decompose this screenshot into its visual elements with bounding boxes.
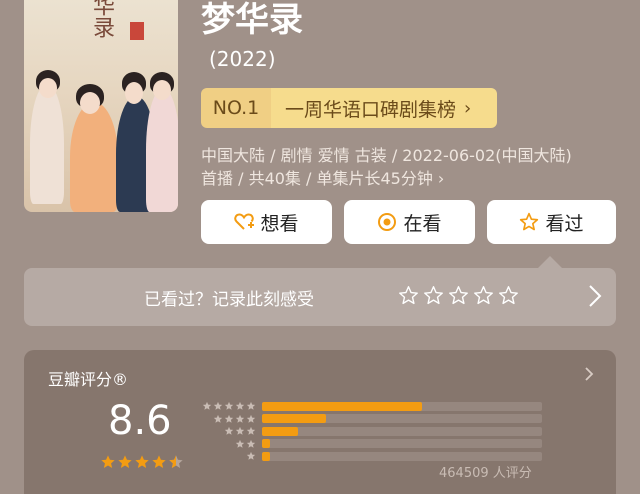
meta-line-1: 中国大陆 / 剧情 爱情 古装 / 2022-06-02(中国大陆) <box>201 146 572 165</box>
distribution-bar <box>262 401 422 411</box>
rating-score: 8.6 <box>108 398 172 444</box>
rank-banner[interactable]: NO.1 一周华语口碑剧集榜 › <box>201 88 497 128</box>
star-outline-icon <box>519 212 539 232</box>
release-year: (2022) <box>209 47 276 71</box>
star-small-icon <box>246 452 256 460</box>
star-small-icon <box>224 414 234 423</box>
distribution-stars <box>198 451 256 461</box>
rating-title: 豆瓣评分® <box>48 370 129 389</box>
distribution-stars <box>198 401 256 411</box>
chevron-right-icon[interactable] <box>588 282 602 314</box>
distribution-track <box>262 401 542 411</box>
distribution-bar <box>262 439 271 449</box>
want-to-watch-label: 想看 <box>260 212 299 235</box>
star-outline-icon[interactable] <box>398 285 419 306</box>
poster-figure-face <box>153 80 171 100</box>
star-small-icon <box>246 439 256 448</box>
poster-image[interactable]: 华录 <box>24 0 178 212</box>
douban-rating-panel[interactable]: 豆瓣评分® 8.6 464509 人评分 <box>24 350 616 494</box>
distribution-row <box>198 413 542 426</box>
star-small-icon <box>213 414 223 423</box>
watched-label: 看过 <box>545 212 584 235</box>
star-small-icon <box>235 427 245 435</box>
star-half-icon <box>169 455 183 468</box>
rating-count: 464509 人评分 <box>439 466 532 481</box>
star-filled-icon <box>135 455 149 468</box>
mark-star-rating[interactable] <box>398 285 519 306</box>
star-small-icon <box>224 427 234 435</box>
star-small-icon <box>246 402 256 410</box>
poster-figure-face <box>125 82 143 104</box>
watching-button[interactable]: 在看 <box>344 200 475 244</box>
poster-seal <box>130 22 144 40</box>
want-to-watch-button[interactable]: 想看 <box>201 200 332 244</box>
distribution-track <box>262 426 542 436</box>
rank-badge: NO.1 <box>201 88 271 128</box>
star-outline-icon[interactable] <box>473 285 494 306</box>
distribution-track <box>262 439 542 449</box>
poster-figure <box>146 88 178 212</box>
distribution-bar <box>262 451 271 461</box>
mark-panel-pointer <box>538 256 562 268</box>
distribution-track <box>262 451 542 461</box>
rating-distribution <box>198 400 542 463</box>
distribution-stars <box>198 426 256 436</box>
star-small-icon <box>235 402 245 410</box>
star-outline-icon[interactable] <box>448 285 469 306</box>
star-filled-icon <box>118 455 132 468</box>
poster-calligraphy: 华录 <box>89 0 114 38</box>
star-outline-icon[interactable] <box>423 285 444 306</box>
watching-label: 在看 <box>403 212 442 235</box>
star-small-icon <box>202 402 212 410</box>
star-filled-icon <box>152 455 166 468</box>
poster-figure <box>30 84 64 204</box>
distribution-track <box>262 414 542 424</box>
star-filled-icon <box>101 455 115 468</box>
poster-figure-face <box>80 92 100 114</box>
star-outline-icon[interactable] <box>498 285 519 306</box>
distribution-stars <box>198 414 256 424</box>
distribution-row <box>198 450 542 463</box>
star-small-icon <box>235 414 245 423</box>
distribution-row <box>198 400 542 413</box>
distribution-row <box>198 438 542 451</box>
movie-meta[interactable]: 中国大陆 / 剧情 爱情 古装 / 2022-06-02(中国大陆) 首播 / … <box>201 144 621 190</box>
poster-figure-face <box>39 78 57 98</box>
star-small-icon <box>224 402 234 410</box>
heart-plus-icon <box>234 212 255 232</box>
rank-label-wrap: 一周华语口碑剧集榜 › <box>271 88 497 128</box>
rating-stars <box>100 454 184 470</box>
meta-line-2: 首播 / 共40集 / 单集片长45分钟 › <box>201 169 445 188</box>
star-small-icon <box>235 439 245 448</box>
watched-button[interactable]: 看过 <box>487 200 616 244</box>
distribution-stars <box>198 439 256 449</box>
page-title: 梦华录 <box>201 0 303 40</box>
chevron-right-icon[interactable] <box>584 366 594 386</box>
distribution-row <box>198 425 542 438</box>
star-small-icon <box>213 402 223 410</box>
mark-prompt: 已看过？记录此刻感受 <box>144 289 314 310</box>
mark-panel[interactable]: 已看过？记录此刻感受 <box>24 268 616 326</box>
distribution-bar <box>262 414 327 424</box>
target-icon <box>377 212 397 232</box>
rank-label: 一周华语口碑剧集榜 <box>285 98 457 121</box>
poster-figure <box>70 102 118 212</box>
star-small-icon <box>246 414 256 423</box>
star-small-icon <box>246 427 256 435</box>
distribution-bar <box>262 426 299 436</box>
chevron-right-icon: › <box>464 97 472 119</box>
